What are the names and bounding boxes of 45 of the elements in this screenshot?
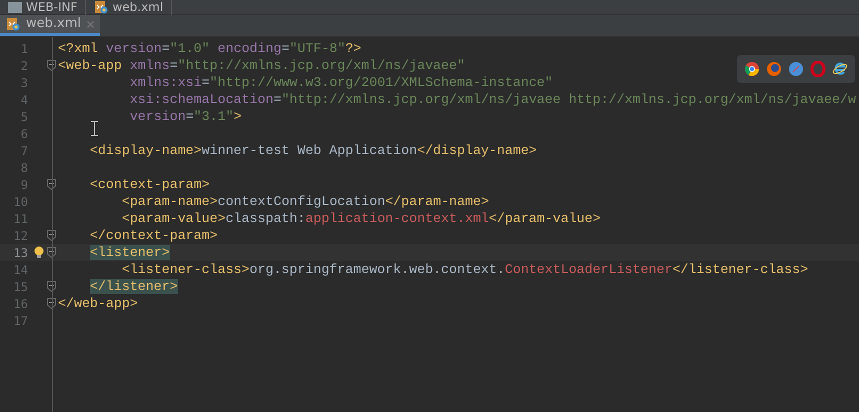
folder-icon [8, 2, 22, 12]
code-line: <listener-class>org.springframework.web.context.ContextLoaderListener</listener-class> [120, 261, 808, 278]
line-number: 2 [20, 58, 28, 74]
code-line: xsi:schemaLocation="http://xmlns.jcp.org/xml/ns/javaee http://xmlns.jcp.org/xml/ns/javaee/w [128, 91, 856, 108]
fold-marker-icon[interactable] [46, 60, 56, 71]
line-number: 6 [20, 126, 28, 142]
editor-tab[interactable]: web.xml [0, 15, 100, 36]
line-number: 11 [12, 210, 28, 228]
line-number: 8 [20, 160, 28, 176]
fold-marker-icon[interactable] [46, 281, 56, 292]
code-line: <param-name>contextConfigLocation</param-name> [120, 193, 489, 210]
fold-marker-icon[interactable] [46, 230, 56, 241]
compass-icon[interactable] [788, 61, 804, 77]
xml-file-icon [94, 0, 108, 14]
firefox-icon[interactable] [766, 61, 782, 77]
code-line: </web-app> [58, 295, 138, 312]
code-line: version="3.1"> [128, 108, 242, 125]
line-number: 1 [20, 40, 28, 58]
line-number: 13 [12, 244, 28, 262]
line-number: 12 [12, 228, 28, 244]
fold-marker-icon[interactable] [46, 179, 56, 190]
line-number: 10 [12, 194, 28, 210]
line-number: 17 [12, 312, 28, 330]
text-cursor-icon [91, 121, 98, 136]
line-number: 3 [20, 74, 28, 92]
fold-marker-icon[interactable] [46, 247, 56, 258]
code-line: <web-app xmlns="http://xmlns.jcp.org/xml/ns/javaee" [58, 57, 465, 74]
internet-explorer-icon[interactable] [832, 61, 848, 77]
line-number: 7 [20, 142, 28, 160]
line-number: 4 [20, 92, 28, 108]
line-number: 15 [12, 278, 28, 296]
code-line: xmlns:xsi="http://www.w3.org/2001/XMLSchema-instance" [128, 74, 553, 91]
code-line: </context-param> [88, 227, 218, 244]
line-number: 16 [12, 296, 28, 312]
chrome-icon[interactable] [744, 61, 760, 77]
line-number: 14 [12, 262, 28, 278]
xml-file-icon [6, 17, 20, 31]
line-number: 5 [20, 108, 28, 126]
code-line: <context-param> [88, 176, 210, 193]
fold-marker-icon[interactable] [46, 298, 56, 309]
code-line: <?xml version="1.0" encoding="UTF-8"?> [58, 40, 362, 57]
code-line: <display-name>winner-test Web Application</display-name> [88, 142, 537, 159]
lightbulb-icon[interactable] [34, 246, 44, 259]
code-line: <param-value>classpath:application-context.xml</param-value> [120, 210, 601, 227]
line-number: 9 [20, 176, 28, 194]
